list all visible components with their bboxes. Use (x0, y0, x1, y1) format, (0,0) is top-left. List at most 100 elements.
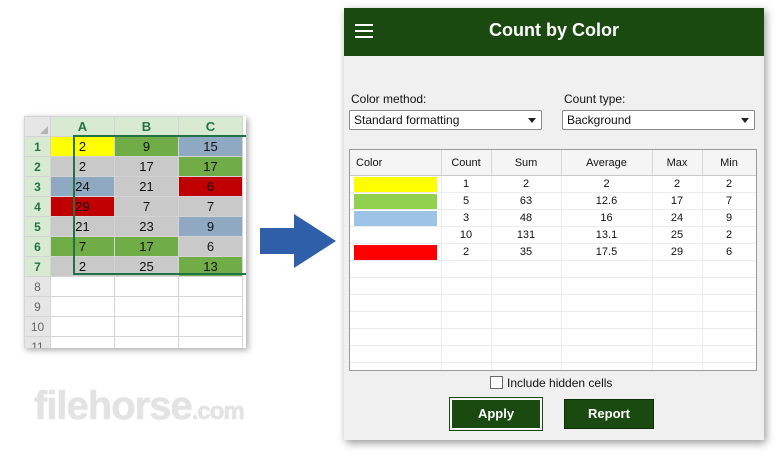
sheet-cell[interactable]: 29 (50, 196, 115, 217)
header-max[interactable]: Max (652, 150, 703, 176)
empty-cell (491, 260, 562, 278)
apply-button[interactable]: Apply (449, 397, 543, 431)
sheet-cell[interactable] (114, 316, 179, 337)
include-hidden-checkbox[interactable] (490, 376, 503, 389)
min-cell: 6 (702, 243, 756, 261)
count-by-color-panel: Count by Color Color method: Standard fo… (344, 8, 764, 440)
sheet-cell[interactable]: 21 (114, 176, 179, 197)
sheet-cell[interactable] (50, 276, 115, 297)
sheet-cell[interactable] (114, 336, 179, 348)
empty-cell (702, 345, 756, 363)
row-header[interactable]: 4 (24, 196, 51, 217)
min-cell: 7 (702, 192, 756, 210)
empty-cell (561, 328, 653, 346)
empty-cell (441, 294, 492, 312)
sheet-cell[interactable] (114, 276, 179, 297)
grid-row[interactable]: 12222 (350, 175, 756, 193)
sheet-row: 1 2 9 15 (24, 136, 243, 157)
sheet-cell[interactable] (50, 336, 115, 348)
color-swatch (354, 244, 437, 260)
sheet-cell[interactable] (50, 316, 115, 337)
column-header-c[interactable]: C (178, 116, 243, 137)
sheet-cell[interactable] (178, 276, 243, 297)
sheet-cell[interactable] (178, 316, 243, 337)
header-min[interactable]: Min (702, 150, 756, 176)
row-header[interactable]: 6 (24, 236, 51, 257)
min-cell: 2 (702, 175, 756, 193)
report-button[interactable]: Report (564, 399, 654, 429)
empty-cell (441, 311, 492, 329)
sheet-cell[interactable]: 7 (178, 196, 243, 217)
sheet-cell[interactable]: 13 (178, 256, 243, 277)
empty-cell (652, 345, 703, 363)
row-header[interactable]: 11 (24, 336, 51, 348)
color-method-value: Standard formatting (354, 113, 460, 127)
sheet-cell[interactable]: 6 (178, 236, 243, 257)
select-all-corner[interactable] (24, 116, 51, 137)
empty-cell (561, 362, 653, 370)
sheet-cell[interactable]: 2 (50, 136, 115, 157)
empty-cell (441, 345, 492, 363)
average-cell: 12.6 (561, 192, 653, 210)
header-sum[interactable]: Sum (491, 150, 562, 176)
sheet-cell[interactable]: 23 (114, 216, 179, 237)
row-header[interactable]: 5 (24, 216, 51, 237)
column-header-a[interactable]: A (50, 116, 115, 137)
sheet-cell[interactable] (178, 336, 243, 348)
header-color[interactable]: Color (350, 150, 442, 176)
sheet-cell[interactable]: 9 (178, 216, 243, 237)
row-header[interactable]: 8 (24, 276, 51, 297)
sheet-cell[interactable]: 17 (114, 156, 179, 177)
row-header[interactable]: 7 (24, 256, 51, 277)
sheet-cell[interactable]: 6 (178, 176, 243, 197)
sheet-row: 11 (24, 336, 243, 348)
color-swatch (354, 210, 437, 226)
empty-cell (702, 260, 756, 278)
max-cell: 29 (652, 243, 703, 261)
empty-cell (441, 328, 492, 346)
include-hidden-row[interactable]: Include hidden cells (490, 376, 612, 390)
sheet-cell[interactable]: 15 (178, 136, 243, 157)
row-header[interactable]: 3 (24, 176, 51, 197)
row-header[interactable]: 10 (24, 316, 51, 337)
row-header[interactable]: 1 (24, 136, 51, 157)
grid-row[interactable]: 2 35 17.5 29 6 (350, 243, 756, 261)
count-cell: 10 (441, 226, 492, 244)
sheet-cell[interactable] (50, 296, 115, 317)
header-average[interactable]: Average (561, 150, 653, 176)
sheet-cell[interactable]: 2 (50, 156, 115, 177)
grid-row[interactable]: 10 131 13.1 25 2 (350, 226, 756, 244)
max-cell: 24 (652, 209, 703, 227)
sheet-cell[interactable]: 17 (178, 156, 243, 177)
sheet-cell[interactable]: 17 (114, 236, 179, 257)
row-header[interactable]: 9 (24, 296, 51, 317)
sheet-cell[interactable]: 21 (50, 216, 115, 237)
empty-cell (652, 277, 703, 295)
sheet-cell[interactable] (178, 296, 243, 317)
empty-cell (350, 260, 442, 278)
header-count[interactable]: Count (441, 150, 492, 176)
sheet-cell[interactable] (114, 296, 179, 317)
watermark-name: filehorse (34, 384, 193, 428)
sheet-cell[interactable]: 7 (50, 236, 115, 257)
sheet-cell[interactable]: 2 (50, 256, 115, 277)
sheet-cell[interactable]: 25 (114, 256, 179, 277)
column-header-row: A B C (24, 116, 243, 137)
count-type-select[interactable]: Background (562, 110, 755, 130)
color-method-select[interactable]: Standard formatting (349, 110, 542, 130)
results-grid[interactable]: Color Count Sum Average Max Min 1 2 2 2 2 5 63… (349, 149, 757, 371)
sheet-cell[interactable]: 24 (50, 176, 115, 197)
grid-header-row: Color Count Sum Average Max Min (350, 150, 756, 176)
grid-row[interactable]: 5 63 12.6 17 7 (350, 192, 756, 210)
grid-row[interactable]: 3 48 16 24 9 (350, 209, 756, 227)
row-header[interactable]: 2 (24, 156, 51, 177)
sheet-cell[interactable]: 7 (114, 196, 179, 217)
column-header-b[interactable]: B (114, 116, 179, 137)
sum-cell: 131 (491, 226, 562, 244)
sheet-row: 6 7 17 6 (24, 236, 243, 257)
sheet-cell[interactable]: 9 (114, 136, 179, 157)
empty-cell (652, 362, 703, 370)
empty-cell (702, 328, 756, 346)
average-cell: 16 (561, 209, 653, 227)
color-cell (350, 175, 442, 193)
